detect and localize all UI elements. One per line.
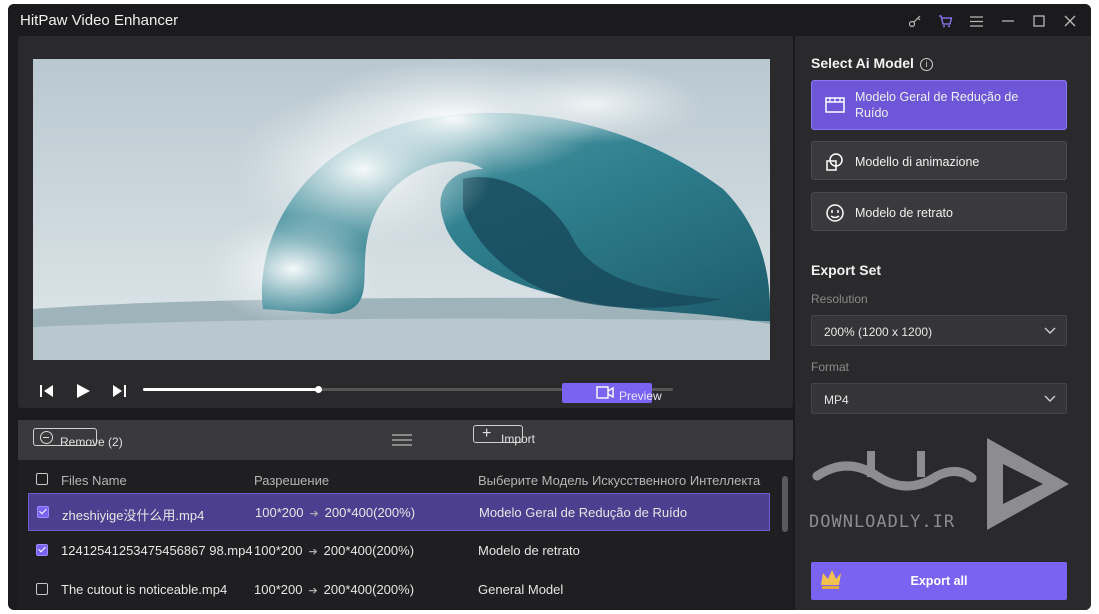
title-bar: HitPaw Video Enhancer xyxy=(8,4,1091,36)
model-label: Modelo Geral de Redução de Ruído xyxy=(855,90,1019,120)
remove-icon xyxy=(40,431,53,444)
export-all-label: Export all xyxy=(910,574,968,588)
model-cell[interactable]: Modelo Geral de Redução de Ruído xyxy=(479,505,687,520)
model-cell[interactable]: General Model xyxy=(478,582,563,597)
row-checkbox[interactable] xyxy=(36,583,48,598)
plus-icon: + xyxy=(482,425,492,442)
resolution-from: 100*200 xyxy=(254,582,303,597)
header-ai-model: Выберите Модель Искусственного Интеллект… xyxy=(478,473,761,488)
watermark-text: DOWNLOADLY.IR xyxy=(809,512,956,532)
resolution-label: Resolution xyxy=(811,292,868,306)
chevron-down-icon xyxy=(1044,395,1056,402)
app-window: HitPaw Video Enhancer Preview Remove (2)… xyxy=(8,4,1091,610)
player-panel: Preview xyxy=(18,36,793,408)
preview-button[interactable]: Preview xyxy=(562,383,662,403)
header-files-name: Files Name xyxy=(61,473,127,488)
resolution-to: 200*400(200%) xyxy=(324,505,416,520)
preview-label: Preview xyxy=(619,389,662,403)
table-row[interactable]: The cutout is noticeable.mp4 100*200 ➔ 200*… xyxy=(28,571,770,609)
model-general-noise-button[interactable]: Modelo Geral de Redução de Ruído xyxy=(811,80,1067,130)
animation-icon xyxy=(826,153,843,171)
file-toolbar: Remove (2) + Import xyxy=(18,420,793,460)
settings-panel: Select Ai Model i Modelo Geral de Redução… xyxy=(795,36,1091,610)
model-label: Modello di animazione xyxy=(855,155,980,169)
list-scrollbar[interactable] xyxy=(782,476,788,532)
resolution-value: 200% (1200 x 1200) xyxy=(824,325,933,339)
next-frame-icon[interactable] xyxy=(108,380,130,402)
film-icon xyxy=(825,97,845,113)
playback-controls xyxy=(36,380,130,402)
chevron-down-icon xyxy=(1044,327,1056,334)
export-set-title: Export Set xyxy=(811,262,882,278)
arrow-right-icon: ➔ xyxy=(308,585,318,597)
resolution-select[interactable]: 200% (1200 x 1200) xyxy=(811,315,1067,346)
model-animation-button[interactable]: Modello di animazione xyxy=(811,141,1067,180)
arrow-right-icon: ➔ xyxy=(308,546,318,558)
arrow-right-icon: ➔ xyxy=(309,508,319,520)
resolution-from: 100*200 xyxy=(254,543,303,558)
info-icon[interactable]: i xyxy=(919,57,933,71)
export-all-button[interactable]: Export all xyxy=(811,562,1067,600)
ai-model-title: Select Ai Model i xyxy=(811,55,933,71)
format-select[interactable]: MP4 xyxy=(811,383,1067,414)
title-controls xyxy=(899,8,1085,34)
app-title: HitPaw Video Enhancer xyxy=(20,12,179,29)
file-name: The cutout is noticeable.mp4 xyxy=(61,582,228,597)
progress-fill xyxy=(143,388,318,391)
resolution-cell: 100*200 ➔ 200*400(200%) xyxy=(254,582,414,597)
previous-frame-icon[interactable] xyxy=(36,380,58,402)
header-resolution: Разрешение xyxy=(254,473,330,488)
file-name: 12412541253475456867 98.mp4 xyxy=(61,543,253,558)
face-icon xyxy=(826,204,844,222)
minimize-icon[interactable] xyxy=(992,8,1023,34)
file-name: zheshiyige没什么用.mp4 xyxy=(62,508,205,523)
row-checkbox[interactable] xyxy=(37,506,49,521)
model-portrait-button[interactable]: Modelo de retrato xyxy=(811,192,1067,231)
select-all-checkbox[interactable] xyxy=(36,473,48,488)
watermark-logo: DOWNLOADLY.IR xyxy=(807,436,1077,536)
menu-icon[interactable] xyxy=(961,8,992,34)
close-icon[interactable] xyxy=(1054,8,1085,34)
remove-label: Remove (2) xyxy=(60,435,123,449)
resolution-to: 200*400(200%) xyxy=(323,582,415,597)
format-label: Format xyxy=(811,360,850,374)
file-list-panel: Remove (2) + Import Files Name Разрешени… xyxy=(18,420,793,610)
ai-model-title-text: Select Ai Model xyxy=(811,55,914,71)
resolution-to: 200*400(200%) xyxy=(323,543,415,558)
table-row[interactable]: zheshiyige没什么用.mp4 100*200 ➔ 200*400(200%) M… xyxy=(28,493,770,531)
key-icon[interactable] xyxy=(899,8,930,34)
video-preview[interactable] xyxy=(33,59,770,360)
cart-icon[interactable] xyxy=(930,8,961,34)
table-row[interactable]: 12412541253475456867 98.mp4 100*200 ➔ 200*4… xyxy=(28,532,770,570)
list-menu-icon[interactable] xyxy=(392,434,412,448)
resolution-cell: 100*200 ➔ 200*400(200%) xyxy=(254,543,414,558)
model-cell[interactable]: Modelo de retrato xyxy=(478,543,580,558)
play-icon[interactable] xyxy=(72,380,94,402)
model-label: Modelo de retrato xyxy=(855,206,953,220)
format-value: MP4 xyxy=(824,393,849,407)
maximize-icon[interactable] xyxy=(1023,8,1054,34)
import-label: Import xyxy=(501,432,536,446)
row-checkbox[interactable] xyxy=(36,544,48,559)
resolution-cell: 100*200 ➔ 200*400(200%) xyxy=(255,505,415,520)
camera-icon xyxy=(596,386,614,399)
resolution-from: 100*200 xyxy=(255,505,304,520)
progress-knob[interactable] xyxy=(314,386,322,393)
table-header: Files Name Разрешение Выберите Модель Ис… xyxy=(18,464,793,494)
